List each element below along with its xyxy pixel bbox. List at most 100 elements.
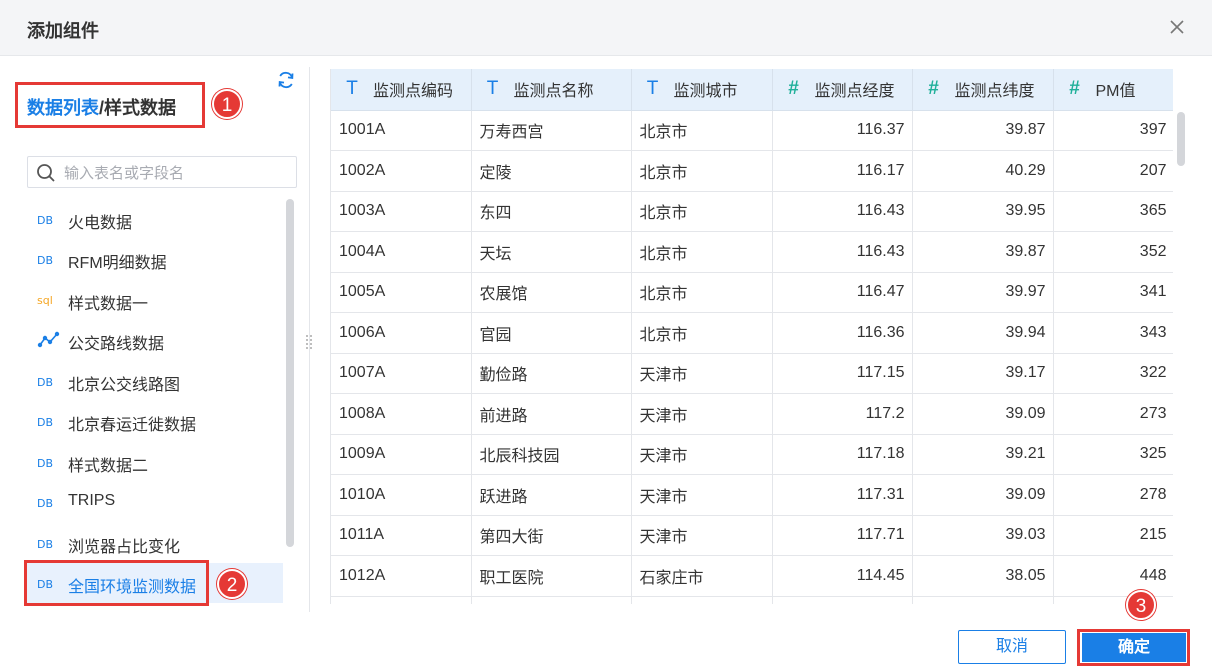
table-cell: 1011A — [331, 515, 472, 556]
table-cell: 天津市 — [631, 393, 773, 435]
table-cell: 116.43 — [772, 191, 913, 232]
table-row: 1004A 天坛 北京市 116.43 39.87 352 — [331, 231, 1173, 273]
column-header[interactable]: # 监测点经度 — [772, 69, 913, 111]
table-cell: 39.03 — [912, 515, 1054, 556]
column-header-label: 监测点名称 — [513, 83, 594, 101]
table-scrollbar[interactable] — [1176, 110, 1186, 604]
list-scrollbar-thumb[interactable] — [286, 199, 294, 547]
table-row: 1002A 定陵 北京市 116.17 40.29 207 — [331, 150, 1173, 192]
table-cell: 北辰科技园 — [471, 434, 632, 475]
table-cell: 1004A — [331, 231, 472, 273]
column-header-label: PM值 — [1095, 83, 1136, 101]
annotation-badge-2: 2 — [217, 569, 247, 599]
table-cell: 39.09 — [912, 474, 1054, 516]
list-item-label: 北京春运迁徙数据 — [68, 417, 197, 434]
table-cell: 397 — [1053, 110, 1173, 151]
cancel-button[interactable]: 取消 — [958, 630, 1066, 664]
list-item-source[interactable]: DB 北京春运迁徙数据 — [27, 401, 283, 441]
table-row: 1010A 跃进路 天津市 117.31 39.09 278 — [331, 474, 1173, 516]
table-cell: 116.47 — [772, 272, 913, 313]
number-type-icon: # — [928, 78, 939, 100]
number-type-icon: # — [788, 78, 799, 100]
db-icon: DB — [37, 492, 61, 512]
table-cell: 北京市 — [631, 312, 773, 354]
search-input[interactable] — [64, 161, 289, 185]
list-item-source[interactable]: 公交路线数据 — [27, 320, 283, 360]
column-header[interactable]: T 监测点名称 — [471, 69, 632, 111]
table-row: 1012A 职工医院 石家庄市 114.45 38.05 448 — [331, 555, 1173, 597]
text-type-icon: T — [646, 78, 659, 100]
column-header[interactable]: T 监测城市 — [631, 69, 773, 111]
table-header-row: T 监测点编码 T 监测点名称 T 监测城市 # 监测点经度 # 监测点纬度 # PM值 — [331, 69, 1173, 111]
resize-handle-icon[interactable] — [304, 332, 314, 352]
table-cell: 天津市 — [631, 474, 773, 516]
list-item-label: RFM明细数据 — [68, 255, 167, 272]
confirm-button[interactable]: 确定 — [1082, 633, 1186, 662]
number-type-icon: # — [1069, 78, 1080, 100]
table-cell: 39.09 — [912, 393, 1054, 435]
table-row: 1008A 前进路 天津市 117.2 39.09 273 — [331, 393, 1173, 435]
list-item-source[interactable]: DB RFM明细数据 — [27, 239, 283, 279]
table-cell — [331, 596, 472, 604]
table-cell: 1003A — [331, 191, 472, 232]
breadcrumb: 数据列表/样式数据 — [27, 94, 176, 120]
table-row: 1003A 东四 北京市 116.43 39.95 365 — [331, 191, 1173, 232]
table-cell: 116.37 — [772, 110, 913, 151]
table-cell: 39.21 — [912, 434, 1054, 475]
table-cell: 322 — [1053, 353, 1173, 394]
table-cell — [471, 596, 632, 604]
breadcrumb-link-data-list[interactable]: 数据列表 — [27, 98, 99, 118]
table-cell: 116.17 — [772, 150, 913, 192]
table-cell: 第四大街 — [471, 515, 632, 556]
list-item-source[interactable]: sql 样式数据一 — [27, 280, 283, 320]
table-cell: 39.87 — [912, 110, 1054, 151]
list-item-label: 公交路线数据 — [68, 336, 165, 353]
table-cell: 39.87 — [912, 231, 1054, 273]
table-scrollbar-thumb[interactable] — [1177, 112, 1185, 166]
db-icon: DB — [37, 533, 61, 553]
table-cell: 325 — [1053, 434, 1173, 475]
db-icon-glyph: DB — [37, 376, 53, 389]
table-cell: 东四 — [471, 191, 632, 232]
search-icon — [36, 163, 56, 183]
table-cell: 跃进路 — [471, 474, 632, 516]
table-cell: 1005A — [331, 272, 472, 313]
close-icon[interactable] — [1166, 16, 1188, 38]
table-cell: 1010A — [331, 474, 472, 516]
graph-icon — [37, 330, 61, 350]
list-item-source[interactable]: DB 北京公交线路图 — [27, 361, 283, 401]
table-cell — [772, 596, 913, 604]
dialog-header: 添加组件 — [0, 0, 1212, 56]
table-cell: 1006A — [331, 312, 472, 354]
annotation-badge-3: 3 — [1126, 590, 1156, 620]
text-type-icon: T — [346, 78, 358, 100]
table-cell: 116.36 — [772, 312, 913, 354]
list-item-source[interactable]: DB 样式数据二 — [27, 442, 283, 482]
column-header[interactable]: # 监测点纬度 — [912, 69, 1054, 111]
table-cell: 官园 — [471, 312, 632, 354]
column-header-label: 监测点经度 — [814, 83, 895, 101]
refresh-icon[interactable] — [276, 70, 296, 90]
table-cell: 278 — [1053, 474, 1173, 516]
table-cell: 天津市 — [631, 434, 773, 475]
column-header-label: 监测点纬度 — [954, 83, 1035, 101]
table-row — [331, 596, 1173, 604]
db-icon-glyph: DB — [37, 538, 53, 551]
table-cell: 天坛 — [471, 231, 632, 273]
breadcrumb-current: 样式数据 — [104, 98, 177, 118]
dialog-title: 添加组件 — [27, 21, 99, 41]
column-header[interactable]: T 监测点编码 — [331, 69, 472, 111]
list-item-source[interactable]: DB 火电数据 — [27, 199, 283, 239]
table-cell: 39.94 — [912, 312, 1054, 354]
column-header[interactable]: # PM值 — [1053, 69, 1173, 111]
table-cell: 40.29 — [912, 150, 1054, 192]
table-row: 1011A 第四大街 天津市 117.71 39.03 215 — [331, 515, 1173, 556]
table-cell: 448 — [1053, 555, 1173, 597]
table-cell — [912, 596, 1054, 604]
list-scrollbar[interactable] — [285, 199, 295, 611]
list-item-label: 样式数据二 — [68, 458, 149, 475]
list-item-source[interactable]: DB TRIPS — [27, 482, 283, 522]
list-item-label: TRIPS — [68, 492, 116, 509]
list-item-source[interactable]: DB 浏览器占比变化 — [27, 523, 283, 563]
table-cell: 273 — [1053, 393, 1173, 435]
